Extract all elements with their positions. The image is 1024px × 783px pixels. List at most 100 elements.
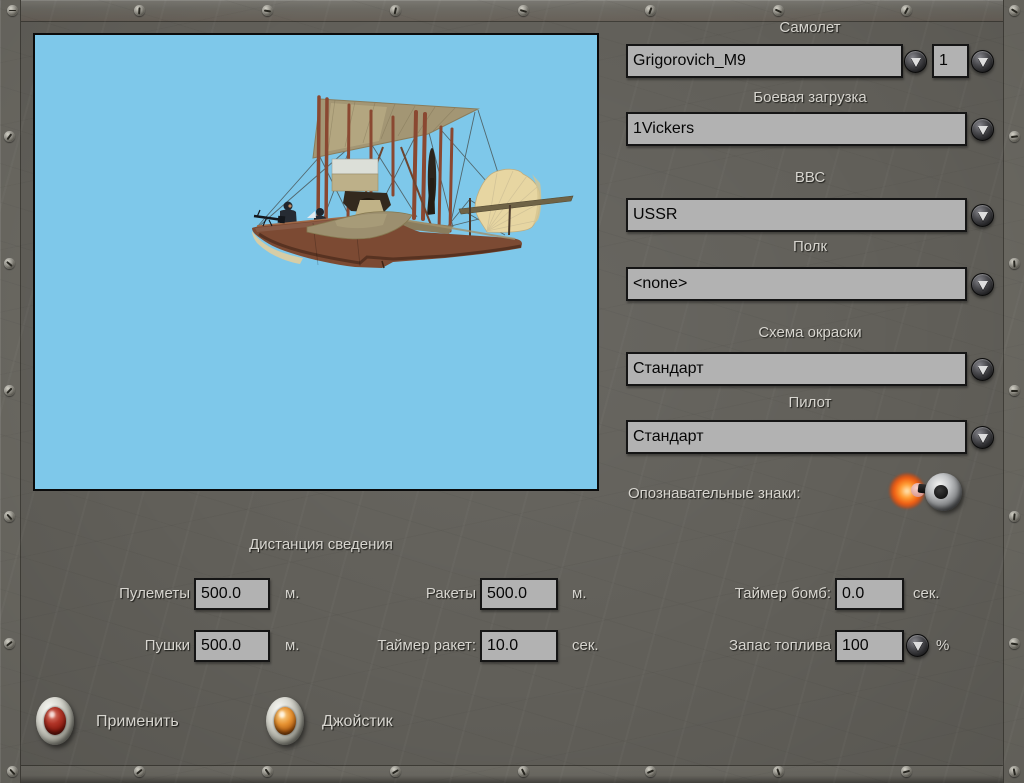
chevron-down-icon: [977, 281, 988, 290]
screw-icon: [390, 5, 401, 16]
apply-label[interactable]: Применить: [96, 713, 179, 731]
aircraft-count-dropdown-button[interactable]: [971, 50, 994, 73]
screw-slot: [6, 640, 13, 647]
convergence-title: Дистанция сведения: [249, 536, 393, 553]
airforce-dropdown-button[interactable]: [971, 204, 994, 227]
machineguns-unit: м.: [285, 585, 300, 602]
fuel-label: Запас топлива: [729, 637, 831, 654]
frame-edge-bottom: [0, 765, 1024, 783]
screw-icon: [773, 766, 784, 777]
apply-button[interactable]: [36, 697, 74, 745]
screw-icon: [7, 5, 18, 16]
airforce-label: ВВС: [794, 169, 826, 186]
screw-icon: [1009, 766, 1020, 777]
screw-icon: [262, 766, 273, 777]
screw-slot: [1011, 7, 1018, 14]
screw-icon: [901, 5, 912, 16]
cannons-unit: м.: [285, 637, 300, 654]
rockets-label: Ракеты: [425, 585, 476, 602]
aircraft-image: [252, 95, 574, 269]
screw-slot: [902, 769, 911, 774]
chevron-down-icon: [977, 366, 988, 375]
chevron-down-icon: [977, 126, 988, 135]
machineguns-label: Пулеметы: [119, 585, 190, 602]
rockets-input[interactable]: [480, 578, 558, 610]
regiment-dropdown-button[interactable]: [971, 273, 994, 296]
paint-scheme-combobox[interactable]: Стандарт: [626, 352, 967, 386]
screw-icon: [645, 766, 656, 777]
markings-label: Опознавательные знаки:: [628, 485, 801, 502]
screw-slot: [1010, 389, 1019, 392]
rockets-unit: м.: [572, 585, 587, 602]
screw-slot: [9, 768, 16, 775]
screw-slot: [521, 767, 526, 775]
screw-icon: [4, 258, 15, 269]
screw-slot: [6, 513, 13, 520]
paint-scheme-label: Схема окраски: [758, 324, 862, 341]
aircraft-combobox[interactable]: Grigorovich_M9: [626, 44, 903, 78]
joystick-button-light-icon: [274, 707, 296, 735]
fuel-unit: %: [936, 637, 950, 654]
aircraft-dropdown-button[interactable]: [904, 50, 927, 73]
screw-slot: [1013, 259, 1016, 267]
toggle-hub: [934, 485, 948, 499]
screw-slot: [519, 8, 528, 13]
screw-slot: [904, 6, 909, 14]
screw-icon: [1009, 5, 1020, 16]
aircraft-label: Самолет: [779, 19, 841, 36]
joystick-button[interactable]: [266, 697, 304, 745]
screw-icon: [1009, 511, 1020, 522]
screw-slot: [392, 768, 399, 774]
screw-icon: [134, 5, 145, 16]
screw-icon: [262, 5, 273, 16]
screw-icon: [1009, 385, 1020, 396]
screw-icon: [773, 5, 784, 16]
screw-slot: [1010, 642, 1019, 645]
screw-slot: [264, 768, 271, 775]
pilot-dropdown-button[interactable]: [971, 426, 994, 449]
screw-slot: [1010, 135, 1019, 138]
pilot-label: Пилот: [788, 394, 832, 411]
chevron-down-icon: [977, 212, 988, 221]
rocket-timer-input[interactable]: [480, 630, 558, 662]
regiment-combobox[interactable]: <none>: [626, 267, 967, 301]
pilot-combobox[interactable]: Стандарт: [626, 420, 967, 454]
cannons-label: Пушки: [144, 637, 190, 654]
loadout-combobox[interactable]: 1Vickers: [626, 112, 967, 146]
screw-icon: [4, 511, 15, 522]
aircraft-count-input[interactable]: [932, 44, 969, 78]
chevron-down-icon: [977, 434, 988, 443]
screw-icon: [1009, 638, 1020, 649]
bomb-timer-input[interactable]: [835, 578, 904, 610]
paint-scheme-dropdown-button[interactable]: [971, 358, 994, 381]
screw-icon: [4, 131, 15, 142]
markings-toggle[interactable]: [880, 464, 968, 518]
machineguns-input[interactable]: [194, 578, 270, 610]
joystick-label[interactable]: Джойстик: [322, 713, 393, 731]
chevron-down-icon: [910, 58, 921, 67]
bomb-timer-unit: сек.: [913, 585, 940, 602]
screw-slot: [648, 6, 653, 15]
loadout-label: Боевая загрузка: [753, 89, 867, 106]
fuel-input[interactable]: [835, 630, 904, 662]
screw-icon: [7, 766, 18, 777]
screw-slot: [1013, 767, 1016, 776]
cannons-input[interactable]: [194, 630, 270, 662]
screw-slot: [1013, 512, 1016, 520]
screw-icon: [390, 766, 401, 777]
screw-icon: [901, 766, 912, 777]
airforce-combobox[interactable]: USSR: [626, 198, 967, 232]
regiment-label: Полк: [792, 238, 828, 255]
fuel-dropdown-button[interactable]: [906, 634, 929, 657]
screw-slot: [9, 9, 16, 12]
rocket-timer-unit: сек.: [572, 637, 599, 654]
chevron-down-icon: [912, 642, 923, 651]
chevron-down-icon: [977, 58, 988, 67]
screw-icon: [1009, 131, 1020, 142]
bomb-timer-label: Таймер бомб:: [734, 585, 831, 602]
loadout-dropdown-button[interactable]: [971, 118, 994, 141]
highlight: [49, 711, 55, 718]
screw-slot: [774, 8, 783, 13]
screw-icon: [4, 638, 15, 649]
screw-slot: [6, 387, 13, 394]
